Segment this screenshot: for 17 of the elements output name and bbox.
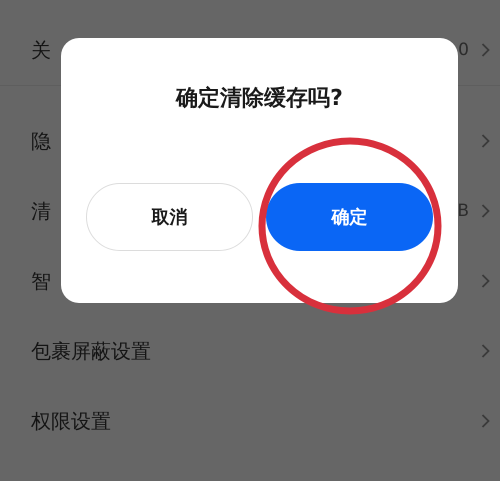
- chevron-icon[interactable]: [481, 42, 490, 58]
- chevron-icon[interactable]: [481, 133, 490, 149]
- setting-label: 智: [31, 268, 51, 294]
- cancel-button[interactable]: 取消: [86, 183, 253, 251]
- setting-value: B: [457, 201, 469, 221]
- chevron-icon[interactable]: [481, 273, 490, 289]
- setting-value: 0: [458, 40, 469, 60]
- setting-label: 隐: [31, 128, 51, 154]
- setting-label: 包裹屏蔽设置: [31, 338, 151, 364]
- dialog-title: 确定清除缓存吗?: [176, 84, 343, 113]
- setting-label: 关: [31, 36, 51, 64]
- setting-label: 权限设置: [31, 408, 111, 434]
- confirm-button[interactable]: 确定: [266, 183, 433, 251]
- chevron-icon[interactable]: [481, 413, 490, 429]
- setting-label: 清: [31, 198, 51, 224]
- chevron-icon[interactable]: [481, 343, 490, 359]
- chevron-icon[interactable]: [481, 203, 490, 219]
